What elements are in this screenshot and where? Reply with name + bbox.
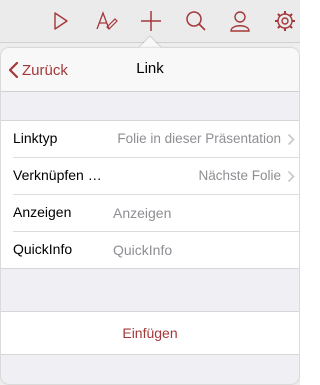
chevron-right-icon [287,170,295,183]
popover-nav-bar: Zurück Link [1,48,299,92]
link-to-row[interactable]: Verknüpfen … Nächste Folie [13,158,299,195]
link-to-value: Nächste Folie [198,168,281,183]
link-type-value: Folie in dieser Präsentation [117,131,281,146]
person-icon[interactable] [228,9,252,33]
display-text-label: Anzeigen [13,204,72,220]
screen: Zurück Link Linktyp Folie in dieser Präs… [0,0,300,385]
chevron-right-icon [287,133,295,146]
search-icon[interactable] [184,9,208,33]
tooltip-label: QuickInfo [13,241,73,257]
link-to-label: Verknüpfen … [13,167,102,183]
link-settings-list: Linktyp Folie in dieser Präsentation Ver… [1,120,299,269]
add-plus-icon[interactable] [139,9,163,33]
display-text-input[interactable] [113,201,283,225]
link-popover: Zurück Link Linktyp Folie in dieser Präs… [1,48,299,384]
tooltip-row: QuickInfo [13,232,299,268]
display-text-row: Anzeigen [13,195,299,232]
popover-title: Link [136,60,164,77]
link-type-row[interactable]: Linktyp Folie in dieser Präsentation [13,121,299,158]
insert-button[interactable]: Einfügen [1,311,299,355]
play-icon[interactable] [48,9,72,33]
tooltip-input[interactable] [113,238,283,262]
draw-pen-icon[interactable] [94,9,118,33]
link-type-label: Linktyp [13,130,58,146]
gear-icon[interactable] [273,9,297,33]
